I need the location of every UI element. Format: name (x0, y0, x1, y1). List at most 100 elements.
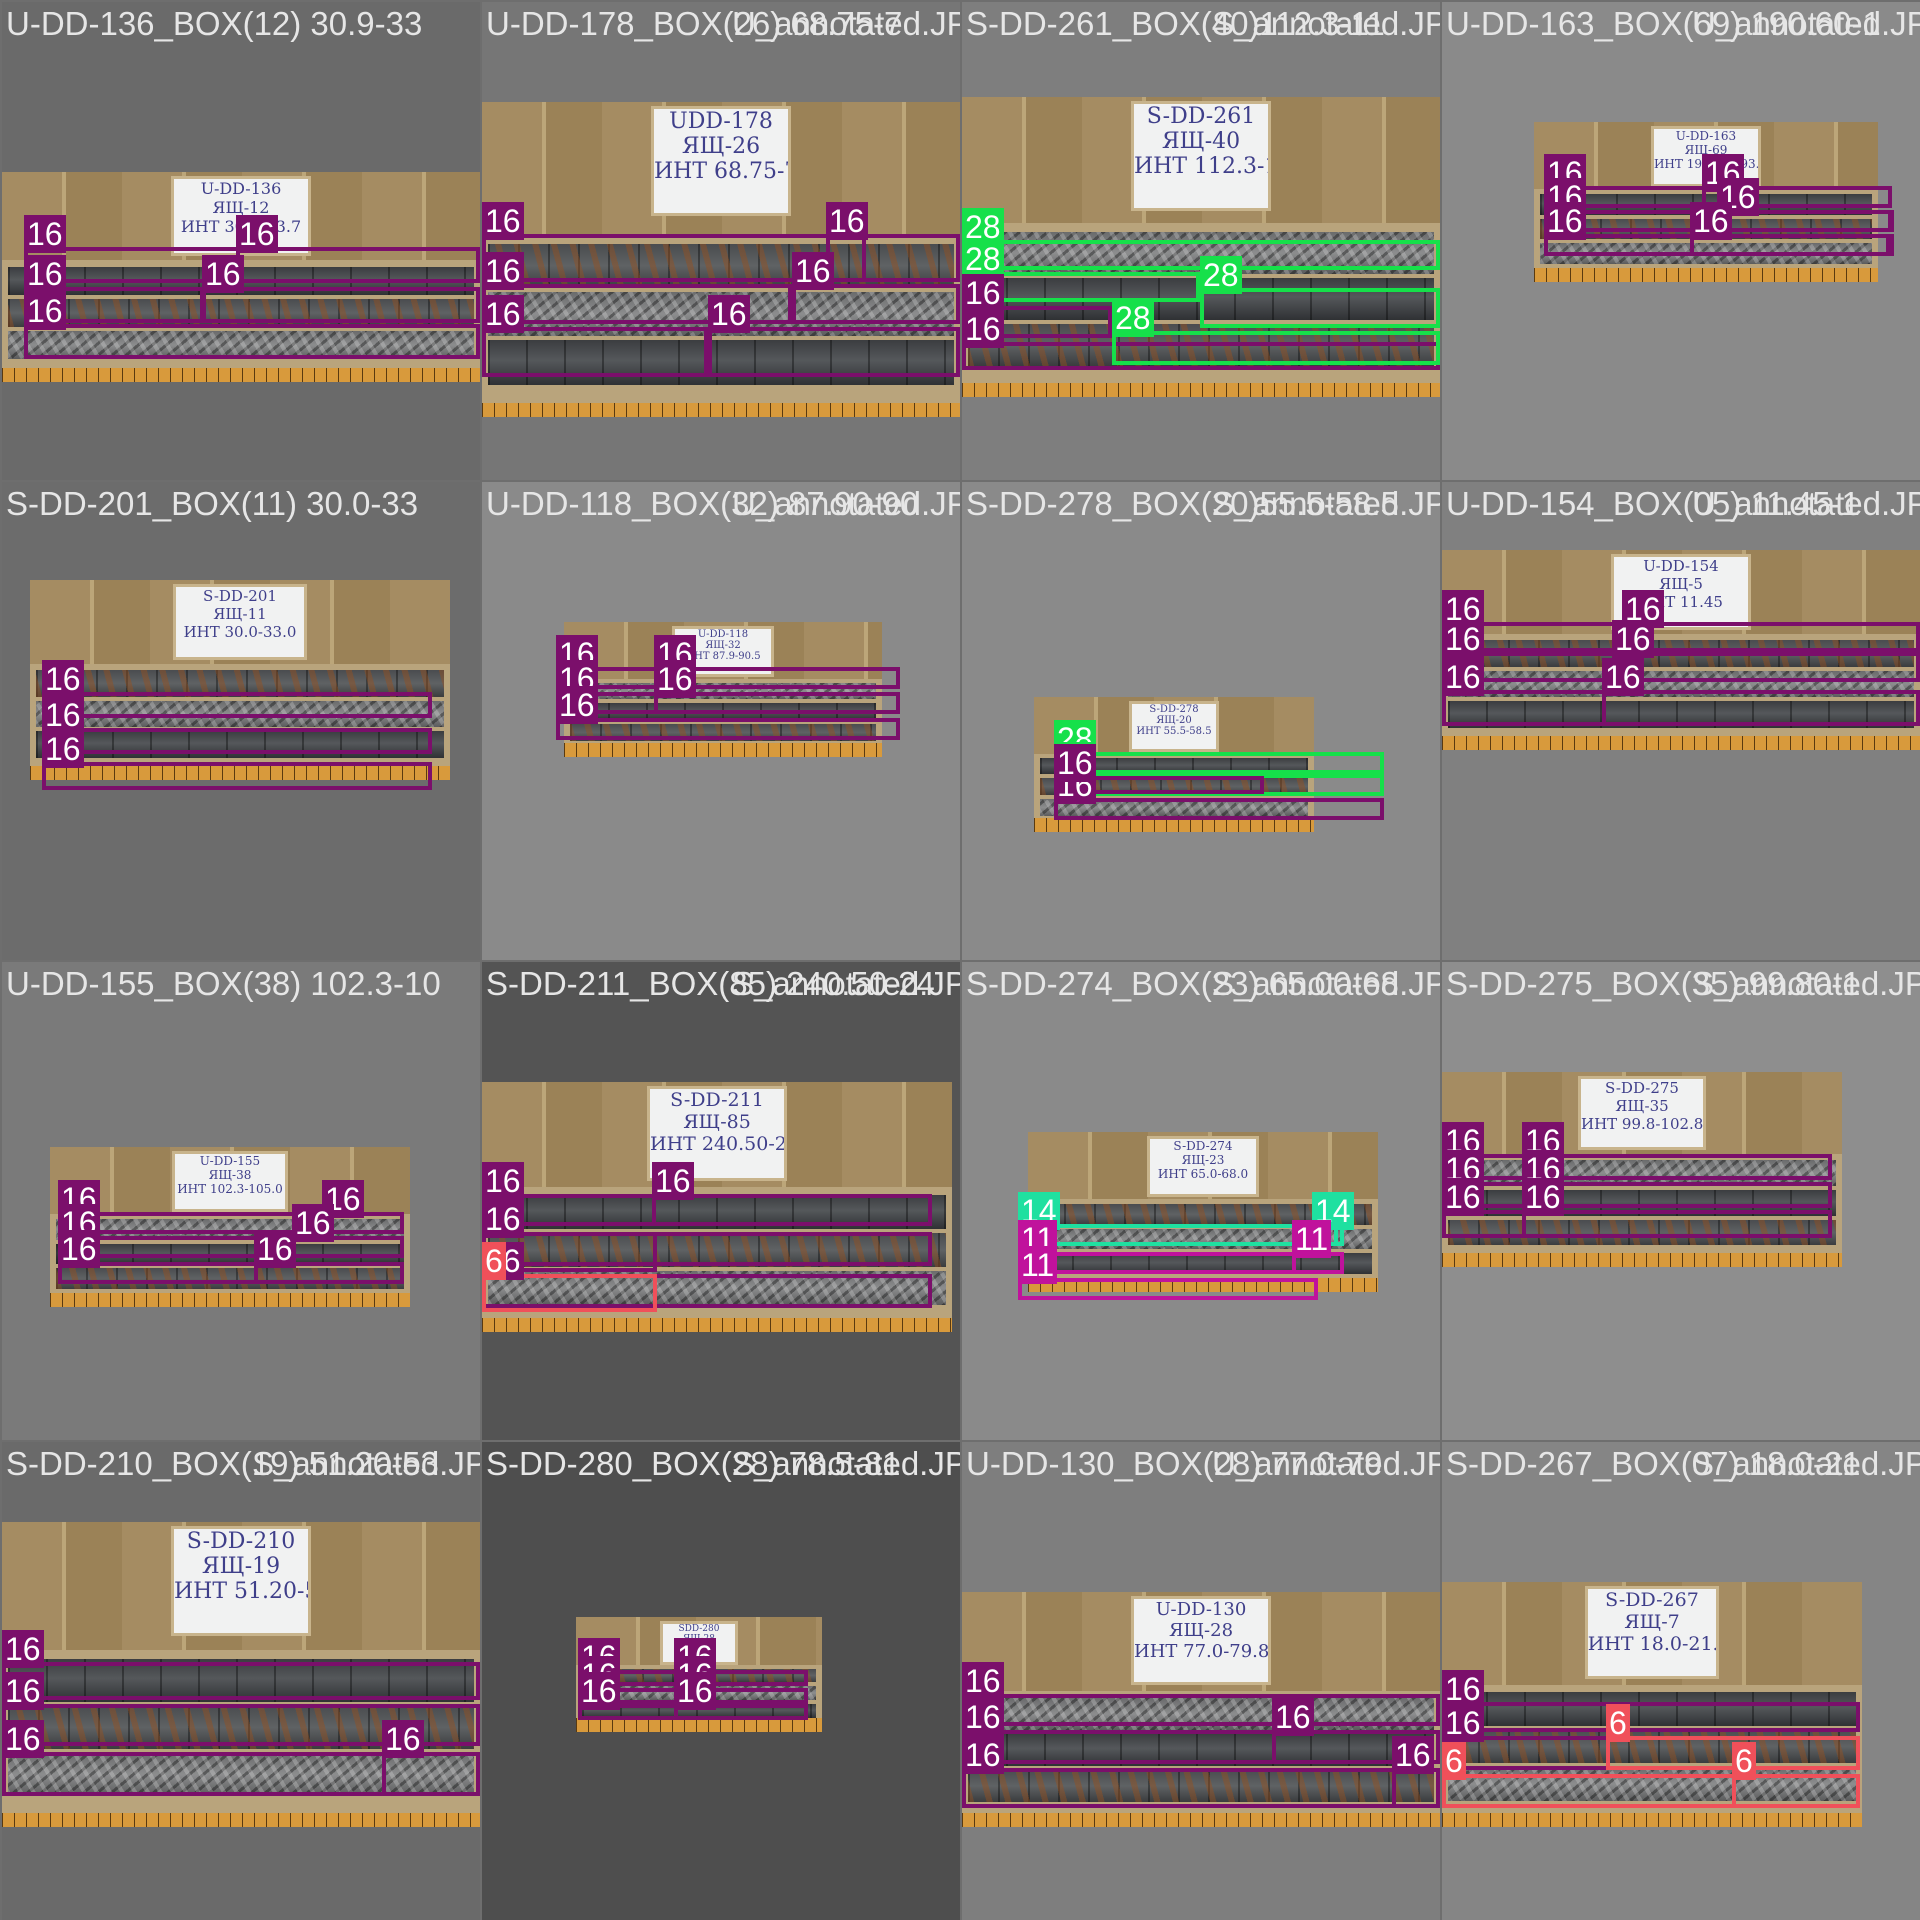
bounding-box (42, 762, 432, 790)
class-label: 16 (674, 1672, 716, 1710)
measuring-ruler (1442, 1813, 1862, 1827)
label-board-line: ИНТ 18.0-21.0 (1587, 1633, 1720, 1655)
bounding-box (1392, 1768, 1440, 1808)
image-tile[interactable]: S-DD-275_BOX(35) 99.80-1S_annotated.JPGS… (1442, 962, 1920, 1440)
core-box-label-board: S-DD-210ЯЩ-19ИНТ 51.20-53.60 (171, 1526, 311, 1636)
label-board-line: S-DD-261 (1146, 104, 1256, 129)
tile-title: S-DD-261_BOX(40)112.3-11 (966, 5, 1385, 42)
image-tile[interactable]: S-DD-201_BOX(11) 30.0-33 S-DD-201 ЯЩ-11 ИНТ… (2, 482, 480, 960)
measuring-ruler (482, 403, 960, 417)
label-board-line: U-DD-130 (1155, 1599, 1247, 1620)
bounding-box (482, 327, 708, 377)
label-board-line: ИНТ 77.0-79.8 (1134, 1641, 1270, 1662)
class-label: 16 (24, 292, 66, 330)
tile-title: U-DD-155_BOX(38) 102.3-10 (6, 965, 441, 1002)
tile-title: S-DD-274_BOX(23) 65.00-68 (966, 965, 1399, 1002)
image-tile[interactable]: S-DD-211_BOX(85) 240.50-24 S_annotated.JP… (482, 962, 960, 1440)
bounding-box (826, 234, 960, 282)
measuring-ruler (2, 1813, 480, 1827)
class-label: 28 (1200, 256, 1242, 294)
bounding-box (1112, 331, 1440, 365)
image-tile[interactable]: U-DD-118_BOX(32) 87.90-90U_annotated.JPG… (482, 482, 960, 960)
label-board-line: S-DD-274 (1173, 1139, 1233, 1153)
class-label: 16 (708, 295, 750, 333)
bounding-box (2, 1662, 480, 1700)
class-label: 16 (482, 1162, 524, 1200)
image-tile[interactable]: U-DD-154_BOX(05) 11.45-1U_annotated.JPGU… (1442, 482, 1920, 960)
class-label: 6 (1606, 1704, 1630, 1742)
label-board-line: ИНТ 112.3-115.2 (1134, 154, 1268, 179)
image-tile[interactable]: U-DD-178_BOX(26) 68.75-7U_annotated.JPGU… (482, 2, 960, 480)
label-board-line: ЯЩ-20 (1156, 715, 1192, 726)
bounding-box (1054, 798, 1384, 820)
class-label: 16 (1690, 202, 1732, 240)
label-board-line: ЯЩ-28 (1168, 1620, 1234, 1641)
class-label: 16 (482, 1200, 524, 1238)
image-tile[interactable]: S-DD-210_BOX(19) 51.20-53S_annotated.JPG… (2, 1442, 480, 1920)
class-label: 16 (42, 696, 84, 734)
tile-title: U-DD-178_BOX(26) 68.75-7 (486, 5, 903, 42)
bounding-box (792, 284, 960, 324)
image-tile[interactable]: U-DD-130_BOX(28) 77.0-79U_annotated.JPGU… (962, 1442, 1440, 1920)
image-tile[interactable]: U-DD-163_BOX(69) 190.60-1U_annotated.JPG… (1442, 2, 1920, 480)
core-box-label-board: S-DD-267 ЯЩ-7 ИНТ 18.0-21.0 (1584, 1586, 1720, 1680)
class-label: 11 (1292, 1220, 1332, 1258)
bounding-box (1018, 1278, 1318, 1300)
class-label: 16 (24, 255, 66, 293)
tile-title: S-DD-280_BOX(28) 78.5-81 (486, 1445, 901, 1482)
bounding-box (1442, 1702, 1860, 1732)
label-board-line: ЯЩ-40 (1161, 129, 1241, 154)
class-label: 16 (578, 1672, 620, 1710)
core-box-label-board: U-DD-130 ЯЩ-28 ИНТ 77.0-79.8 (1131, 1596, 1271, 1686)
bounding-box (24, 324, 480, 359)
label-board-line: ЯЩ-38 (208, 1168, 252, 1182)
image-tile[interactable]: U-DD-155_BOX(38) 102.3-10 U-DD-155 ЯЩ-38 ИН… (2, 962, 480, 1440)
core-box-label-board: UDD-178ЯЩ-26ИНТ 68.75-71.40 (651, 106, 791, 216)
annotated-image-grid: U-DD-136_BOX(12) 30.9-33 U-DD-136 ЯЩ-12 ИНТ… (0, 0, 1920, 1920)
bounding-box (1602, 690, 1920, 726)
image-tile[interactable]: U-DD-136_BOX(12) 30.9-33 U-DD-136 ЯЩ-12 ИНТ… (2, 2, 480, 480)
label-board-line: ЯЩ-35 (1615, 1097, 1669, 1115)
label-board-line: U-DD-154 (1643, 557, 1719, 575)
image-tile[interactable]: S-DD-261_BOX(40)112.3-11S_annotated.JPGS… (962, 2, 1440, 480)
class-label: 16 (482, 252, 524, 290)
class-label: 28 (962, 240, 1004, 278)
class-label: 16 (58, 1230, 100, 1268)
image-tile[interactable]: S-DD-280_BOX(28) 78.5-81S_annotated.JPGS… (482, 1442, 960, 1920)
class-label: 16 (1522, 1178, 1564, 1216)
label-board-line: ЯЩ-85 (683, 1111, 751, 1133)
bounding-box (1612, 652, 1920, 682)
class-label: 16 (1442, 1178, 1484, 1216)
class-label: 16 (1442, 620, 1484, 658)
measuring-ruler (1442, 1253, 1842, 1267)
image-tile[interactable]: S-DD-274_BOX(23) 65.00-68S_annotated.JPG… (962, 962, 1440, 1440)
class-label: 28 (1112, 299, 1154, 337)
label-board-line: ИНТ 30.0-33.0 (183, 623, 297, 641)
label-board-line: S-DD-278 (1149, 704, 1199, 715)
label-board-line: SDD-280 (678, 1624, 720, 1634)
measuring-ruler (1034, 818, 1314, 832)
label-board-line: U-DD-155 (199, 1154, 261, 1168)
image-tile[interactable]: S-DD-267_BOX(07) 18.0-21S_annotated.JPGS… (1442, 1442, 1920, 1920)
bounding-box (1522, 1182, 1832, 1208)
image-tile[interactable]: S-DD-278_BOX(20)55.5-58.5S_annotated.JPG… (962, 482, 1440, 960)
label-board-line: ИНТ 65.0-68.0 (1157, 1167, 1249, 1181)
class-label: 6 (482, 1242, 506, 1280)
bounding-box (962, 1694, 1440, 1726)
label-board-line: U-DD-136 (200, 179, 282, 198)
tile-title: S-DD-267_BOX(07) 18.0-21 (1446, 1445, 1861, 1482)
tile-title: U-DD-118_BOX(32) 87.90-90 (486, 485, 919, 522)
class-label: 16 (2, 1720, 44, 1758)
bounding-box (202, 287, 480, 323)
tile-title: U-DD-163_BOX(69) 190.60-1 (1446, 5, 1881, 42)
class-label: 16 (556, 686, 598, 724)
class-label: 16 (2, 1672, 44, 1710)
class-label: 16 (42, 660, 84, 698)
class-label: 16 (654, 660, 696, 698)
label-board-line: ИНТ 99.8-102.8 (1581, 1115, 1704, 1133)
class-label: 11 (1018, 1246, 1058, 1284)
label-board-line: ИНТ 51.20-53.60 (174, 1579, 308, 1604)
bounding-box (1018, 1224, 1338, 1246)
label-board-line: U-DD-163 (1675, 129, 1737, 143)
class-label: 16 (202, 255, 244, 293)
